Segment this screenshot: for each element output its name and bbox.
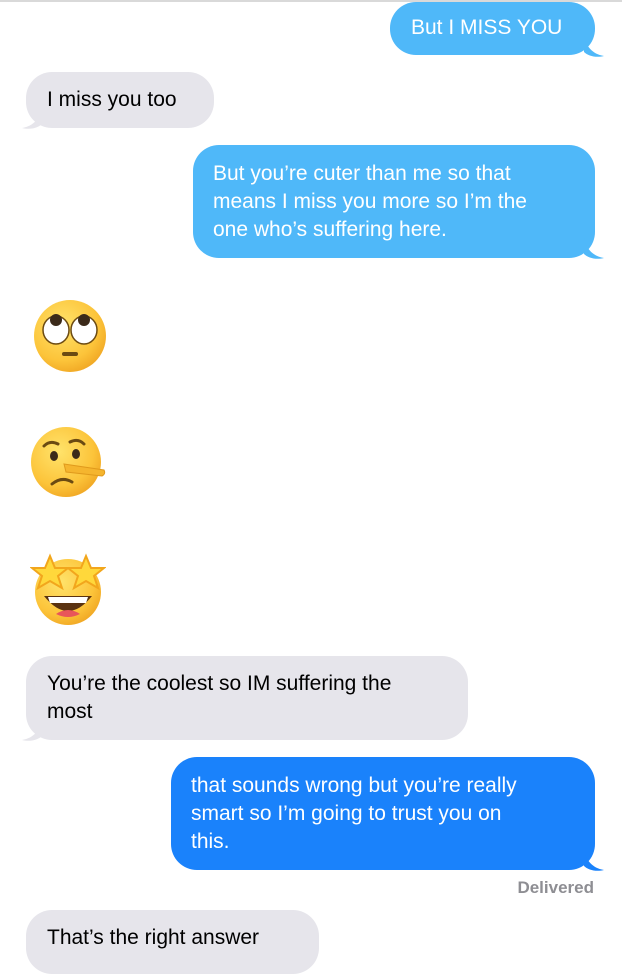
bubble-tail (22, 720, 42, 741)
delivered-status: Delivered (517, 878, 594, 897)
bubble-tail (22, 108, 42, 129)
message-bubble-sent[interactable]: that sounds wrong but you’re really smar… (171, 757, 595, 870)
message-bubble-received[interactable]: You’re the coolest so IM suffering the m… (26, 656, 468, 740)
bubble-tail (584, 850, 604, 871)
message-bubble-sent[interactable]: But I MISS YOU (390, 2, 595, 55)
face-with-rolling-eyes-icon[interactable] (32, 298, 108, 374)
message-bubble-received[interactable]: I miss you too (26, 72, 214, 128)
lying-face-icon[interactable] (30, 424, 106, 500)
star-struck-icon[interactable] (30, 550, 106, 626)
message-bubble-sent[interactable]: But you’re cuter than me so that means I… (193, 145, 595, 258)
bubble-tail (584, 36, 604, 57)
bubble-tail (584, 238, 604, 259)
message-bubble-received[interactable]: That’s the right answer (26, 910, 319, 974)
